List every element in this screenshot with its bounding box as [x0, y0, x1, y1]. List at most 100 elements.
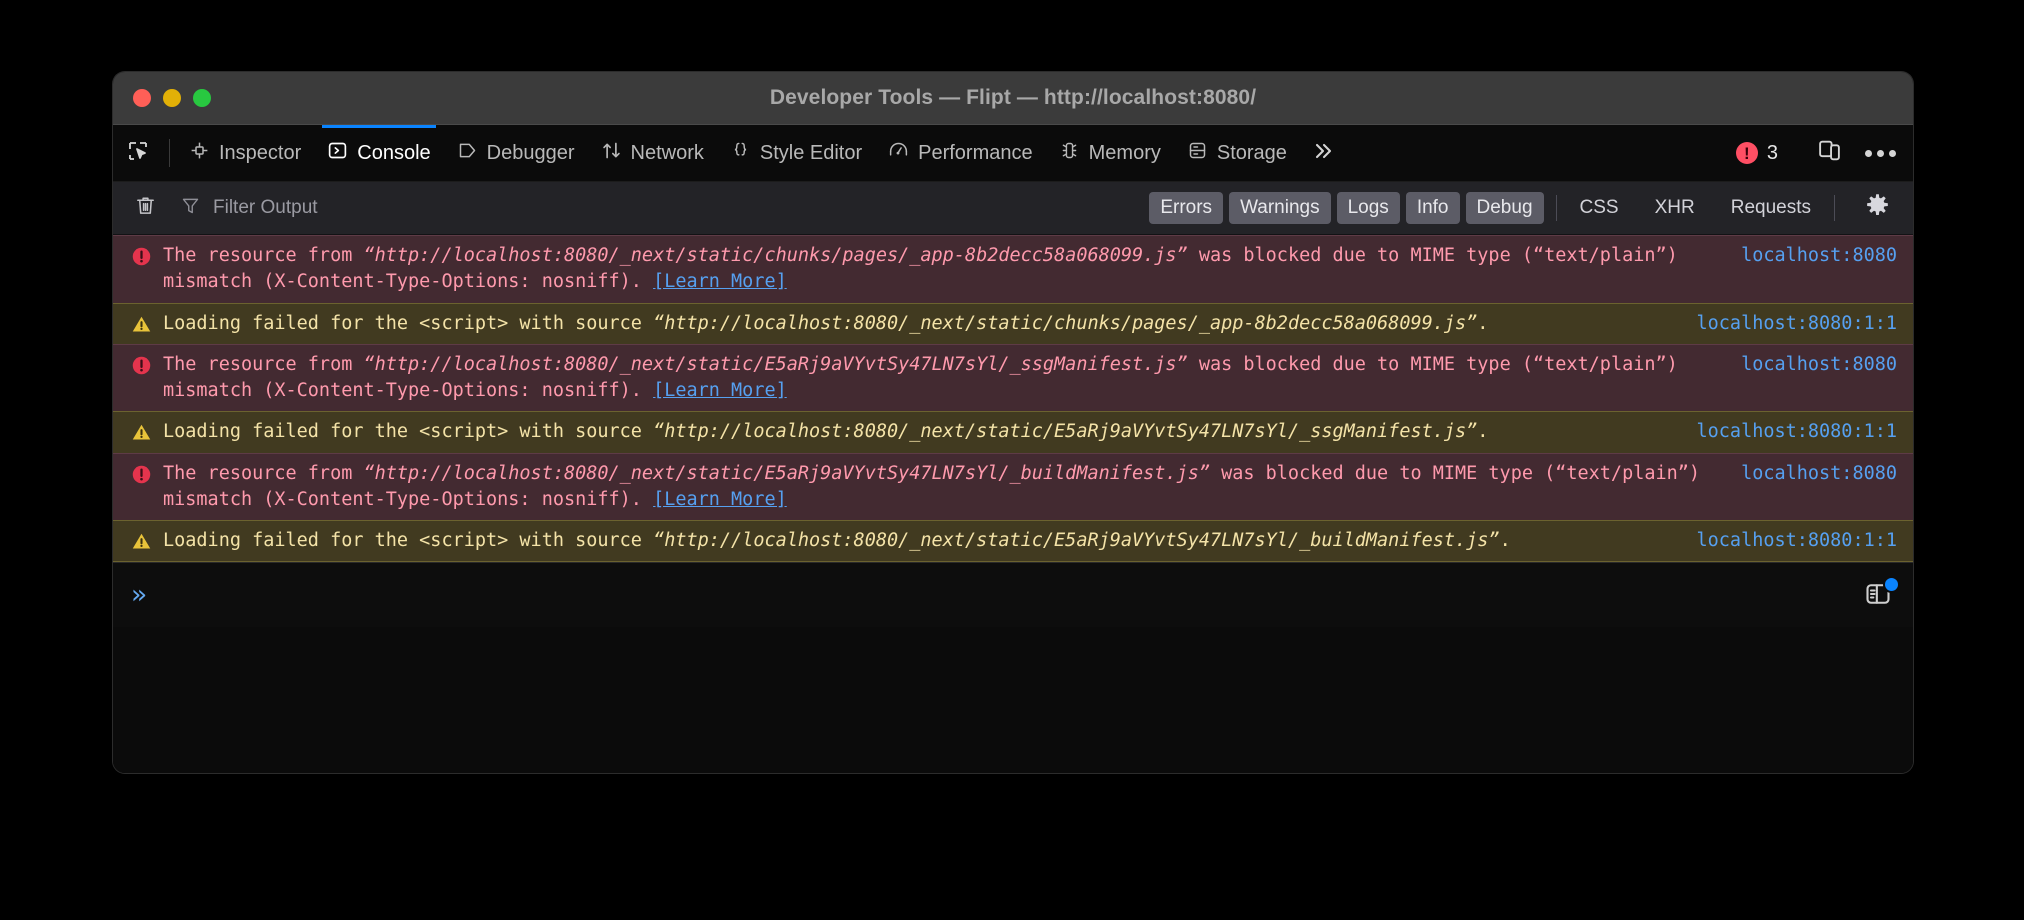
tab-console[interactable]: Console: [314, 125, 443, 181]
window-title: Developer Tools — Flipt — http://localho…: [113, 86, 1913, 110]
console-icon: [327, 140, 348, 167]
tab-label: Storage: [1217, 143, 1287, 163]
traffic-lights: [133, 89, 211, 107]
learn-more-link[interactable]: [Learn More]: [653, 271, 787, 292]
zoom-button[interactable]: [193, 89, 211, 107]
devtools-window: Developer Tools — Flipt — http://localho…: [113, 72, 1913, 773]
tab-label: Inspector: [219, 143, 301, 163]
filter-pill-xhr[interactable]: XHR: [1644, 192, 1706, 225]
search-input[interactable]: [211, 196, 1138, 220]
msg-part: .: [1477, 313, 1488, 334]
memory-icon: [1059, 140, 1080, 167]
more-options-icon: [1865, 150, 1896, 157]
filter-pill-info[interactable]: Info: [1406, 192, 1460, 225]
learn-more-link[interactable]: [Learn More]: [653, 489, 787, 510]
trash-icon: [134, 194, 157, 222]
console-message-row[interactable]: Loading failed for the <script> with sou…: [113, 303, 1913, 345]
msg-part: .: [1500, 530, 1511, 551]
prompt-chevron-icon: »: [131, 582, 147, 608]
filter-pill-errors[interactable]: Errors: [1149, 192, 1223, 225]
clear-console-button[interactable]: [123, 188, 167, 228]
console-message-source[interactable]: localhost:8080: [1741, 352, 1897, 378]
filter-pill-debug[interactable]: Debug: [1466, 192, 1544, 225]
element-picker-button[interactable]: [113, 125, 163, 181]
level-filter-pills: Errors Warnings Logs Info Debug: [1149, 192, 1543, 225]
console-message-row[interactable]: Loading failed for the <script> with sou…: [113, 520, 1913, 562]
screen-root: Developer Tools — Flipt — http://localho…: [0, 0, 2024, 920]
console-message-source[interactable]: localhost:8080:1:1: [1697, 528, 1897, 554]
msg-part: .: [1477, 421, 1488, 442]
console-message-text: The resource from “http://localhost:8080…: [163, 243, 1723, 296]
debugger-icon: [457, 140, 478, 167]
filter-pill-warnings[interactable]: Warnings: [1229, 192, 1331, 225]
error-count-label: 3: [1767, 142, 1778, 165]
error-icon: [127, 246, 155, 267]
style-editor-icon: [730, 140, 751, 167]
tab-storage[interactable]: Storage: [1174, 125, 1300, 181]
msg-url: “http://localhost:8080/_next/static/chun…: [653, 313, 1477, 334]
msg-url: “http://localhost:8080/_next/static/E5aR…: [363, 354, 1187, 375]
minimize-button[interactable]: [163, 89, 181, 107]
filter-pill-css[interactable]: CSS: [1569, 192, 1630, 225]
filter-divider-settings: [1834, 195, 1835, 221]
warning-icon: [127, 314, 155, 335]
learn-more-link[interactable]: [Learn More]: [653, 380, 787, 401]
toolbar-right-controls: ! 3: [1724, 125, 1905, 181]
console-settings-button[interactable]: [1855, 188, 1899, 228]
inspector-icon: [189, 140, 210, 167]
msg-part: The resource from: [163, 354, 363, 375]
toolbar-divider: [169, 139, 170, 167]
filter-pill-logs[interactable]: Logs: [1337, 192, 1400, 225]
tab-label: Style Editor: [760, 143, 862, 163]
tab-label: Network: [631, 143, 704, 163]
console-output[interactable]: The resource from “http://localhost:8080…: [113, 235, 1913, 773]
console-message-row[interactable]: The resource from “http://localhost:8080…: [113, 344, 1913, 413]
filter-pill-requests[interactable]: Requests: [1720, 192, 1822, 225]
close-button[interactable]: [133, 89, 151, 107]
console-message-source[interactable]: localhost:8080:1:1: [1697, 419, 1897, 445]
error-badge-icon: !: [1736, 142, 1758, 164]
console-message-source[interactable]: localhost:8080: [1741, 461, 1897, 487]
msg-url: “http://localhost:8080/_next/static/chun…: [363, 245, 1187, 266]
tab-network[interactable]: Network: [588, 125, 717, 181]
responsive-design-mode-button[interactable]: [1805, 125, 1853, 181]
tab-inspector[interactable]: Inspector: [176, 125, 314, 181]
storage-icon: [1187, 140, 1208, 167]
console-input[interactable]: [161, 582, 1863, 608]
tab-label: Memory: [1089, 143, 1161, 163]
filter-output-field[interactable]: [168, 195, 1138, 221]
console-message-source[interactable]: localhost:8080: [1741, 243, 1897, 269]
tab-performance[interactable]: Performance: [875, 125, 1046, 181]
console-prompt-row[interactable]: »: [113, 562, 1913, 627]
titlebar: Developer Tools — Flipt — http://localho…: [113, 72, 1913, 125]
multiline-editor-icon: [1863, 595, 1893, 612]
multiline-editor-toggle[interactable]: [1863, 580, 1897, 610]
error-icon: [127, 355, 155, 376]
msg-part: Loading failed for the <script> with sou…: [163, 313, 653, 334]
msg-part: Loading failed for the <script> with sou…: [163, 421, 653, 442]
filter-divider-middle: [1556, 195, 1557, 221]
toolbar-overflow-button[interactable]: [1300, 125, 1346, 181]
console-message-row[interactable]: The resource from “http://localhost:8080…: [113, 453, 1913, 522]
more-options-button[interactable]: [1855, 125, 1905, 181]
warning-icon: [127, 531, 155, 552]
msg-url: “http://localhost:8080/_next/static/E5aR…: [363, 463, 1209, 484]
msg-part: The resource from: [163, 463, 363, 484]
console-empty-space: [113, 627, 1913, 773]
tab-label: Debugger: [487, 143, 575, 163]
console-message-text: Loading failed for the <script> with sou…: [163, 311, 1679, 337]
filter-funnel-icon: [180, 195, 201, 221]
error-counter[interactable]: ! 3: [1730, 142, 1788, 165]
console-message-text: Loading failed for the <script> with sou…: [163, 528, 1679, 554]
console-message-row[interactable]: Loading failed for the <script> with sou…: [113, 411, 1913, 453]
console-message-row[interactable]: The resource from “http://localhost:8080…: [113, 235, 1913, 304]
console-message-source[interactable]: localhost:8080:1:1: [1697, 311, 1897, 337]
tab-style-editor[interactable]: Style Editor: [717, 125, 875, 181]
tab-debugger[interactable]: Debugger: [444, 125, 588, 181]
toolbar-tabs: Inspector Console: [113, 125, 1724, 181]
msg-url: “http://localhost:8080/_next/static/E5aR…: [653, 530, 1499, 551]
error-icon: [127, 464, 155, 485]
tab-memory[interactable]: Memory: [1046, 125, 1174, 181]
responsive-design-mode-icon: [1817, 138, 1842, 168]
category-filter-group: CSS XHR Requests: [1569, 192, 1822, 225]
